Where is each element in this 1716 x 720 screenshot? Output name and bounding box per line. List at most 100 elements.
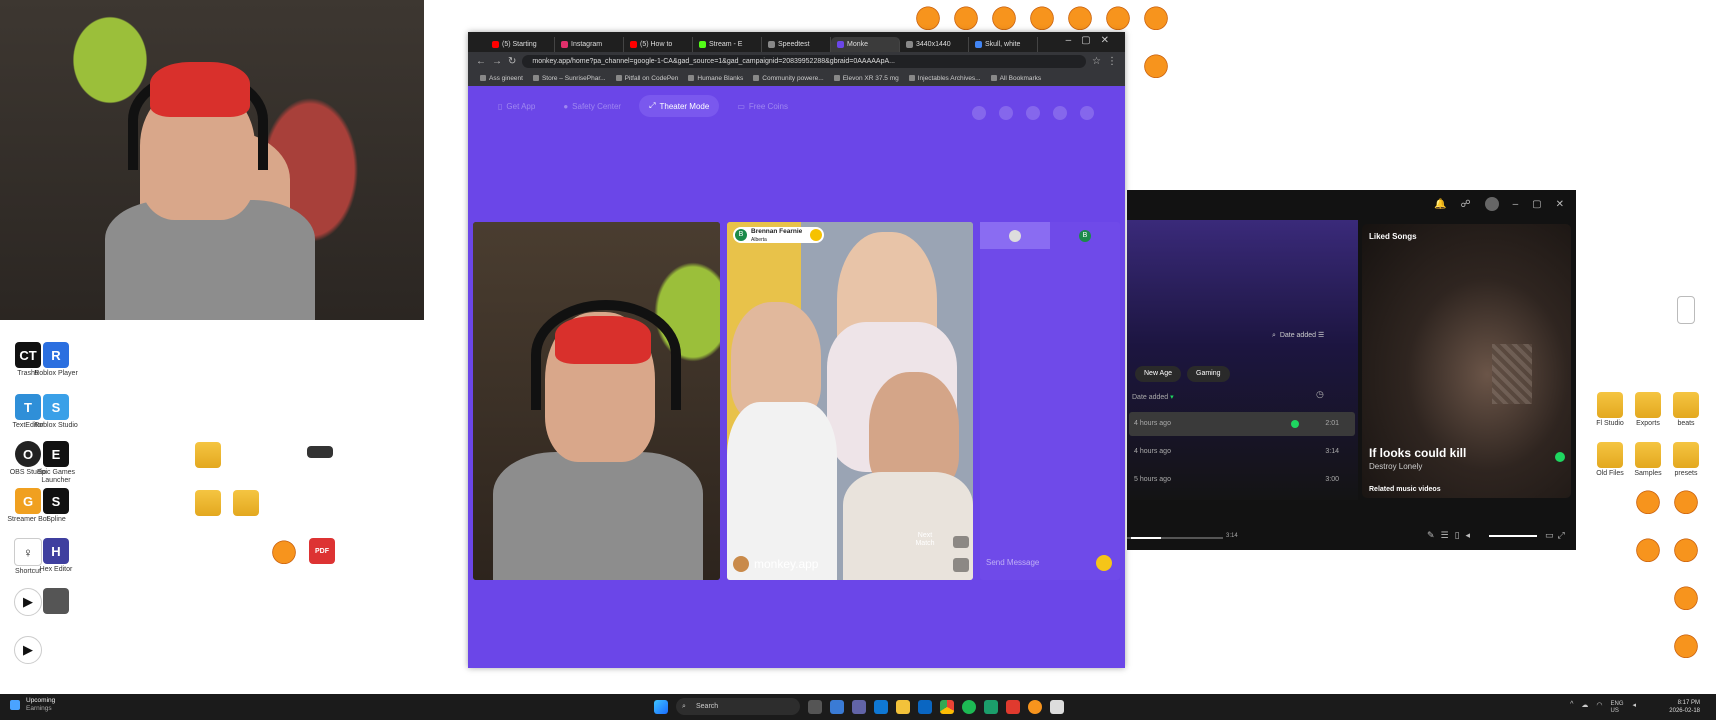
folder-icon[interactable]: presets <box>1658 442 1714 478</box>
bookmark-item[interactable]: Ass gineent <box>480 75 523 82</box>
task-view-icon[interactable] <box>808 699 822 714</box>
messages-icon[interactable] <box>1053 106 1067 120</box>
mail-icon[interactable] <box>874 699 888 714</box>
browser-tab[interactable]: (5) Starting <box>486 37 555 52</box>
cloud-icon[interactable]: ☁ <box>1581 701 1588 715</box>
copilot-icon[interactable] <box>830 699 844 714</box>
edge-icon[interactable] <box>984 699 998 714</box>
next-match-button[interactable] <box>953 536 969 548</box>
teams-icon[interactable] <box>852 699 866 714</box>
lang-indicator[interactable]: ENG US <box>1610 701 1624 715</box>
desktop-icon[interactable]: ▶ <box>0 636 56 666</box>
desktop-icon[interactable]: S Roblox Studio <box>28 394 84 430</box>
history-icon[interactable] <box>1026 106 1040 120</box>
avatar[interactable] <box>1080 106 1094 120</box>
file-explorer-icon[interactable] <box>896 699 910 714</box>
browser-tab[interactable]: Skull, white <box>969 37 1038 52</box>
nav-free-coins[interactable]: ▭ Free Coins <box>727 96 798 117</box>
heart-icon[interactable] <box>810 229 823 241</box>
settings-icon[interactable] <box>1050 699 1064 714</box>
maximize-icon[interactable]: ▢ <box>1532 199 1541 210</box>
saved-check-icon[interactable] <box>1291 420 1299 428</box>
artist-name[interactable]: Destroy Lonely <box>1369 462 1422 471</box>
browser-tab[interactable]: Stream - E <box>693 37 762 52</box>
reload-icon[interactable]: ↻ <box>508 56 516 67</box>
fl-studio-icon[interactable] <box>1658 536 1714 564</box>
star-icon[interactable]: ☆ <box>1092 56 1101 67</box>
fl-studio-icon[interactable] <box>1658 632 1714 660</box>
playback-controls[interactable]: ✎☰▯◂ <box>1427 530 1476 541</box>
track-row[interactable]: 4 hours ago 3:14 <box>1129 440 1355 464</box>
next-match-label[interactable]: Next Match <box>913 532 937 548</box>
progress-bar[interactable] <box>1127 537 1223 539</box>
close-icon[interactable]: ✕ <box>1556 199 1564 210</box>
chat-tab-match[interactable]: B <box>1050 222 1120 249</box>
nav-safety-center[interactable]: ● Safety Center <box>553 96 631 117</box>
bookmark-item[interactable]: Pitfall on CodePen <box>615 75 678 82</box>
desktop-icon[interactable]: H Hex Editor <box>28 538 84 574</box>
youtube-icon[interactable] <box>1006 699 1020 714</box>
back-icon[interactable]: ← <box>476 56 486 67</box>
chrome-icon[interactable] <box>940 699 954 714</box>
file-icon[interactable] <box>1658 296 1714 326</box>
fl-studio-icon[interactable] <box>1128 52 1184 80</box>
clock[interactable]: 8:17 PM 2026-02-18 <box>1669 699 1700 715</box>
address-input[interactable]: monkey.app/home?pa_channel=google-1-CA&g… <box>522 54 1087 68</box>
spotify-icon[interactable] <box>962 699 976 714</box>
sort-control[interactable]: ⌕ Date added ☰ <box>1272 331 1324 340</box>
song-title[interactable]: If looks could kill <box>1369 446 1466 460</box>
desktop-icon[interactable] <box>28 588 84 616</box>
taskbar-search[interactable]: ⌕ Search <box>676 698 800 715</box>
bookmark-item[interactable]: Community powere... <box>753 75 824 82</box>
track-row[interactable]: 4 hours ago 2:01 <box>1129 412 1355 436</box>
chevron-up-icon[interactable]: ^ <box>1570 701 1573 715</box>
bell-icon[interactable]: 🔔 <box>1434 199 1446 210</box>
column-header[interactable]: Date added ▾ <box>1132 393 1174 401</box>
start-icon[interactable] <box>654 699 668 714</box>
saved-check-icon[interactable] <box>1555 452 1565 462</box>
chat-toggle-button[interactable] <box>953 558 969 572</box>
nav-theater-mode[interactable]: ⤢ Theater Mode <box>639 95 720 117</box>
wifi-icon[interactable]: ◠ <box>1596 701 1602 715</box>
system-tray[interactable]: ^ ☁ ◠ ENG US ◂ <box>1570 701 1636 715</box>
browser-tab[interactable]: Speedtest <box>762 37 831 52</box>
window-controls[interactable]: –▢✕ <box>1066 35 1119 46</box>
bookmark-item[interactable]: Humane Blanks <box>688 75 743 82</box>
gift-icon[interactable] <box>1096 555 1112 571</box>
volume-icon[interactable]: ◂ <box>1632 701 1636 715</box>
browser-tab[interactable]: 3440x1440 <box>900 37 969 52</box>
desktop-icon[interactable]: S Spline <box>28 488 84 524</box>
minimize-icon[interactable]: – <box>1513 199 1519 210</box>
desktop-icon[interactable]: E Epic Games Launcher <box>28 441 84 485</box>
browser-tab[interactable]: (5) How to <box>624 37 693 52</box>
all-bookmarks[interactable]: All Bookmarks <box>990 75 1041 82</box>
image-file-icon[interactable] <box>292 446 348 460</box>
avatar[interactable] <box>1484 197 1499 211</box>
filter-chip[interactable]: New Age <box>1135 366 1182 382</box>
coins-icon[interactable] <box>999 106 1013 120</box>
fl-studio-icon[interactable] <box>1028 699 1042 714</box>
friends-icon[interactable]: ☍ <box>1460 199 1470 210</box>
fl-studio-icon[interactable] <box>1658 584 1714 612</box>
pdf-icon[interactable]: PDF <box>294 538 350 566</box>
folder-icon[interactable]: beats <box>1658 392 1714 428</box>
bookmark-item[interactable]: Elevon XR 37.5 mg <box>833 75 899 82</box>
bookmark-item[interactable]: Injectables Archives... <box>908 75 981 82</box>
folder-icon[interactable] <box>180 442 236 470</box>
desktop-icon[interactable]: R Roblox Player <box>28 342 84 378</box>
chat-tab-self[interactable] <box>980 222 1050 249</box>
bookmark-item[interactable]: Store – SunrisePhar... <box>532 75 606 82</box>
filter-chip[interactable]: Gaming <box>1187 366 1230 382</box>
volume-slider[interactable] <box>1489 535 1537 537</box>
browser-tab[interactable]: Instagram <box>555 37 624 52</box>
fullscreen-icon[interactable]: ▭⤢ <box>1545 530 1569 541</box>
folder-icon[interactable] <box>218 490 274 518</box>
store-icon[interactable] <box>918 699 932 714</box>
track-row[interactable]: 5 hours ago 3:00 <box>1129 468 1355 492</box>
browser-tab-active[interactable]: Monke <box>831 37 900 52</box>
weather-widget[interactable]: Upcoming Earnings <box>10 697 55 713</box>
fl-studio-icon[interactable] <box>1128 4 1184 32</box>
fl-studio-icon[interactable] <box>1658 488 1714 516</box>
match-tag[interactable]: B Brennan Fearnie Alberta <box>733 227 825 243</box>
forward-icon[interactable]: → <box>492 56 502 67</box>
